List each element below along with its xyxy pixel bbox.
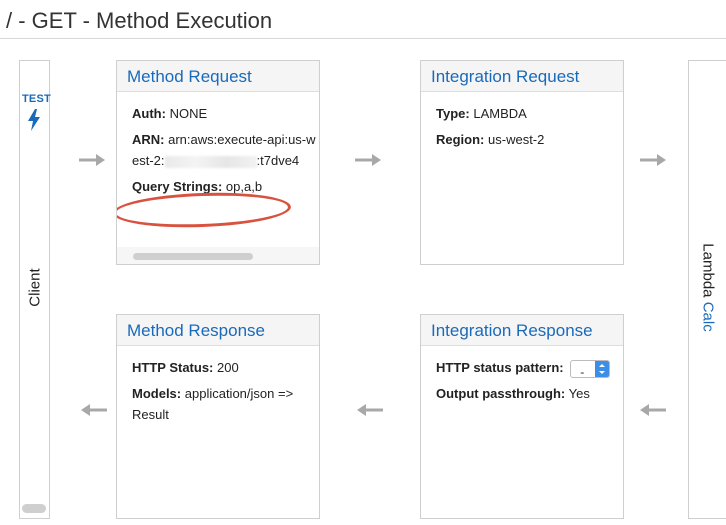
method-request-title-link[interactable]: Method Request — [127, 67, 252, 86]
integration-request-card[interactable]: Integration Request Type: LAMBDA Region:… — [420, 60, 624, 265]
page-title: / - GET - Method Execution — [6, 8, 273, 33]
http-status-row: HTTP Status: 200 — [132, 357, 319, 378]
auth-value: NONE — [169, 106, 208, 121]
method-request-body: Auth: NONE ARN: arn:aws:execute-api:us-w… — [117, 92, 319, 197]
arn-label: ARN: — [132, 132, 165, 147]
http-status-value: 200 — [217, 360, 239, 375]
type-value: LAMBDA — [473, 106, 527, 121]
arrow-right-icon — [640, 154, 666, 166]
client-scrollbar[interactable] — [22, 504, 46, 513]
type-label: Type: — [436, 106, 470, 121]
lambda-label: Lambda Calc — [700, 238, 717, 338]
method-response-title-link[interactable]: Method Response — [127, 321, 265, 340]
arn-suffix: :t7dve4 — [256, 153, 300, 168]
integration-response-card[interactable]: Integration Response HTTP status pattern… — [420, 314, 624, 519]
output-passthrough-value: Yes — [568, 386, 590, 401]
status-pattern-select[interactable]: - — [570, 359, 611, 379]
arrow-right-icon — [355, 154, 381, 166]
status-pattern-row: HTTP status pattern: - — [436, 357, 623, 379]
integration-request-header: Integration Request — [421, 61, 623, 92]
redacted-account-id — [164, 155, 257, 168]
region-row: Region: us-west-2 — [436, 129, 623, 150]
lambda-panel: Lambda Calc — [688, 60, 726, 519]
output-passthrough-row: Output passthrough: Yes — [436, 383, 623, 404]
integration-request-title-link[interactable]: Integration Request — [431, 67, 579, 86]
query-strings-label: Query Strings: — [132, 179, 223, 194]
integration-response-header: Integration Response — [421, 315, 623, 346]
region-value: us-west-2 — [488, 132, 545, 147]
horizontal-scrollbar[interactable] — [133, 253, 253, 260]
method-request-card[interactable]: Method Request Auth: NONE ARN: arn:aws:e… — [116, 60, 320, 265]
client-panel: TEST Client — [19, 60, 51, 519]
integration-request-body: Type: LAMBDA Region: us-west-2 — [421, 92, 623, 150]
models-row: Models: application/json => Result — [132, 383, 319, 425]
method-response-header: Method Response — [117, 315, 319, 346]
arrow-left-icon — [640, 404, 666, 416]
select-chevron-icon — [595, 360, 610, 377]
arrow-left-icon — [81, 404, 107, 416]
output-passthrough-label: Output passthrough: — [436, 386, 566, 401]
integration-response-body: HTTP status pattern: - Output passthroug… — [421, 346, 623, 404]
test-link[interactable]: TEST — [22, 93, 51, 105]
auth-label: Auth: — [132, 106, 166, 121]
method-response-body: HTTP Status: 200 Models: application/jso… — [117, 346, 319, 425]
type-row: Type: LAMBDA — [436, 103, 623, 124]
lambda-function-link[interactable]: Calc — [700, 302, 717, 332]
status-pattern-value: - — [580, 364, 585, 379]
title-divider — [0, 38, 726, 39]
arn-row: ARN: arn:aws:execute-api:us-west-2::t7dv… — [132, 129, 319, 171]
arrow-right-icon — [79, 154, 105, 166]
http-status-label: HTTP Status: — [132, 360, 214, 375]
status-pattern-label: HTTP status pattern: — [436, 360, 564, 375]
integration-response-title-link[interactable]: Integration Response — [431, 321, 593, 340]
method-response-card[interactable]: Method Response HTTP Status: 200 Models:… — [116, 314, 320, 519]
method-request-header: Method Request — [117, 61, 319, 92]
arrow-left-icon — [357, 404, 383, 416]
models-label: Models: — [132, 386, 182, 401]
lambda-prefix: Lambda — [699, 243, 717, 298]
query-strings-value: op,a,b — [225, 179, 263, 194]
client-label: Client — [26, 268, 44, 307]
lightning-bolt-icon[interactable] — [26, 109, 42, 131]
auth-row: Auth: NONE — [132, 103, 319, 124]
region-label: Region: — [436, 132, 485, 147]
